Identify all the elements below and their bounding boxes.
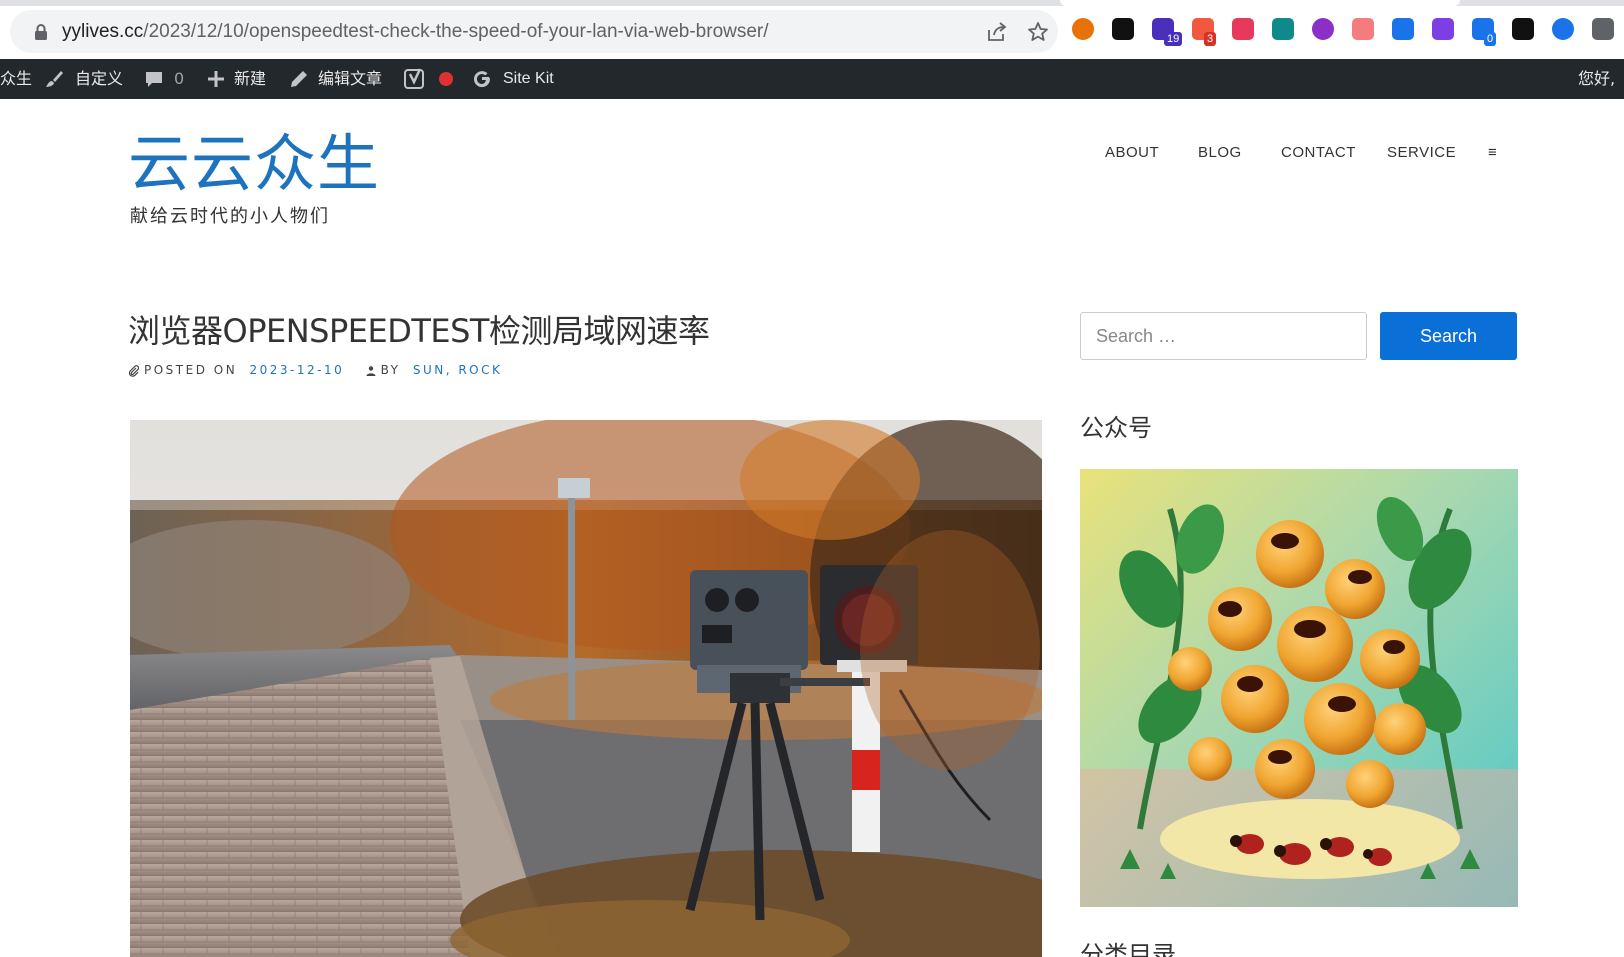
wp-admin-bar: 众生 自定义 0 新建 编辑文章 Site Kit 您好, [0,59,1624,99]
menu-item-contact[interactable]: CONTACT [1281,144,1356,161]
extensions-puzzle-icon[interactable] [1592,18,1614,40]
google-g-icon [474,71,491,88]
lock-icon[interactable] [34,24,48,40]
ants-illustration [1080,469,1518,907]
widget-title-categories: 分类目录 [1080,941,1176,957]
extension-sync-badge: 0 [1484,32,1497,46]
search-input[interactable]: Search … [1080,312,1367,360]
comments-count[interactable]: 0 [174,59,184,99]
extension-translate-icon[interactable] [1232,18,1254,40]
menu-toggle-icon[interactable]: ≡ [1488,144,1497,161]
paintbrush-icon [46,71,63,87]
author-icon [366,365,376,376]
yoast-icon[interactable] [404,68,426,90]
admin-site-name[interactable]: 众生 [0,59,32,99]
paperclip-icon [128,364,140,377]
by-label: BY [380,363,401,377]
extension-cloud-icon[interactable] [1352,18,1374,40]
url-path: /2023/12/10/openspeedtest-check-the-spee… [143,21,769,42]
extension-notion-icon[interactable] [1112,18,1134,40]
url-host: yylives.cc [62,21,144,42]
browser-chrome: yylives.cc/2023/12/10/openspeedtest-chec… [0,0,1624,59]
search-button[interactable]: Search [1380,312,1517,360]
share-icon[interactable] [986,21,1008,43]
pencil-icon [291,71,307,87]
plus-icon [208,71,224,87]
url-text[interactable]: yylives.cc/2023/12/10/openspeedtest-chec… [62,21,769,43]
seo-status-dot-icon [439,72,453,86]
post-meta: POSTED ON 2023-12-10 BY SUN, ROCK [128,363,502,377]
admin-sitekit-link[interactable]: Site Kit [503,59,554,99]
menu-item-about[interactable]: ABOUT [1105,144,1159,161]
speed-camera-photo [130,420,1042,957]
admin-greeting[interactable]: 您好, [1578,59,1615,99]
widget-title-wechat: 公众号 [1080,414,1152,442]
extension-teal-grid-icon[interactable] [1272,18,1294,40]
menu-item-blog[interactable]: BLOG [1198,144,1242,161]
address-bar[interactable]: yylives.cc/2023/12/10/openspeedtest-chec… [10,10,1058,53]
post-authors-link[interactable]: SUN, ROCK [413,363,503,377]
admin-edit-post-link[interactable]: 编辑文章 [318,59,382,99]
site-title[interactable]: 云云众生 [128,128,380,200]
post-title: 浏览器OPENSPEEDTEST检测局域网速率 [128,312,710,350]
site-description: 献给云时代的小人物们 [130,206,330,227]
tab-strip [0,0,1624,6]
admin-customize-link[interactable]: 自定义 [75,59,123,99]
menu-item-service[interactable]: SERVICE [1387,144,1456,161]
extension-graduation-cap-badge: 19 [1164,32,1183,46]
admin-new-link[interactable]: 新建 [234,59,266,99]
featured-image [130,420,1042,957]
extensions-toolbar: 19 3 0 [1072,14,1624,46]
extension-blue-circle-icon[interactable] [1552,18,1574,40]
comment-bubble-icon[interactable] [144,69,164,89]
extension-blue-flag-icon[interactable] [1392,18,1414,40]
wechat-ants-image [1080,469,1518,907]
extension-orange-circle-icon[interactable] [1072,18,1094,40]
extension-openai-icon[interactable] [1432,18,1454,40]
posted-on-label: POSTED ON [144,363,238,377]
extension-purple-circle-icon[interactable] [1312,18,1334,40]
post-date-link[interactable]: 2023-12-10 [250,363,345,377]
extension-black-square-icon[interactable] [1512,18,1534,40]
extension-red-dots-badge: 3 [1204,32,1217,46]
bookmark-star-icon[interactable] [1026,20,1050,44]
